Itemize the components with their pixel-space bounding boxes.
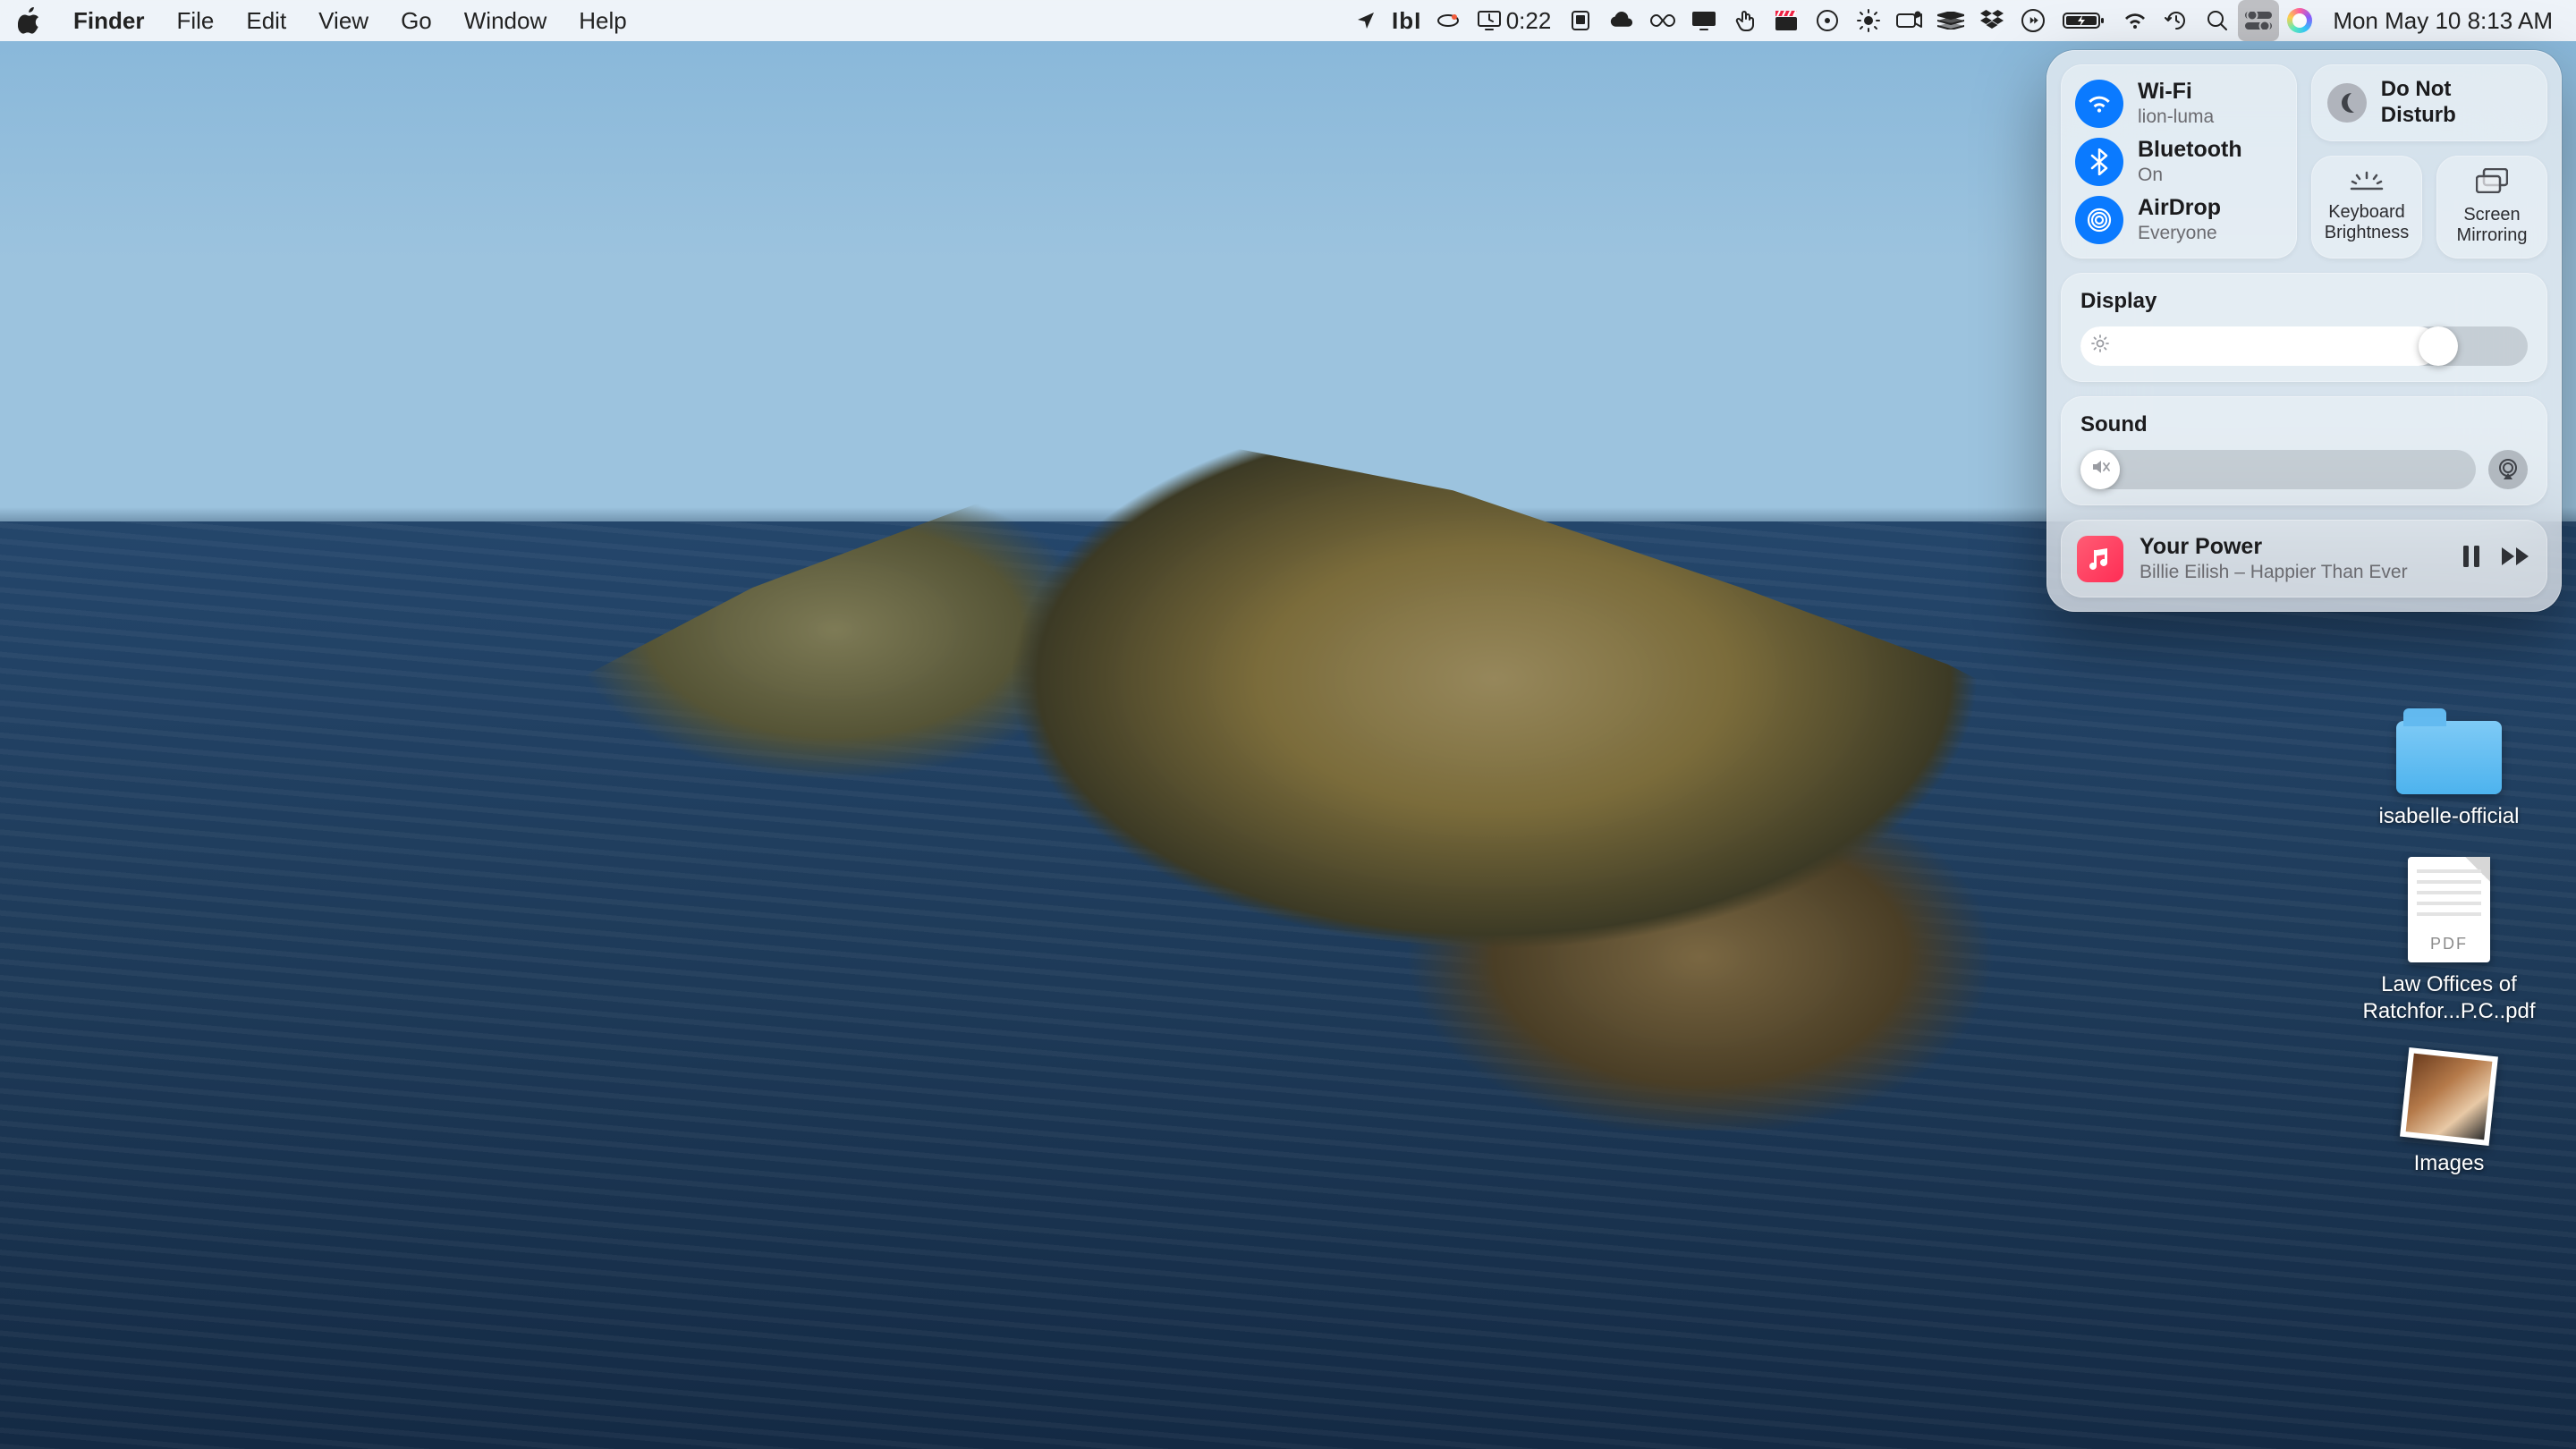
menu-edit[interactable]: Edit [230,7,302,35]
folder-icon [2396,721,2502,794]
target-circle-icon[interactable] [1807,0,1848,41]
keyboard-brightness-icon [2350,171,2384,195]
menu-view[interactable]: View [302,7,385,35]
menu-go[interactable]: Go [385,7,448,35]
siri-icon[interactable] [2279,0,2320,41]
airdrop-subtitle: Everyone [2138,223,2221,244]
display-icon[interactable] [1683,0,1724,41]
next-track-button[interactable] [2501,546,2531,572]
sound-module: Sound [2061,396,2547,505]
sun-small-icon [2091,335,2109,358]
wifi-title: Wi-Fi [2138,79,2214,105]
menu-window[interactable]: Window [448,7,563,35]
photo-icon [2400,1047,2498,1146]
screen-mirroring-button[interactable]: Screen Mirroring [2436,156,2547,258]
airdrop-toggle[interactable]: AirDrop Everyone [2075,195,2283,244]
time-machine-icon[interactable] [2156,0,2197,41]
spotlight-icon[interactable] [2197,0,2238,41]
menu-help[interactable]: Help [563,7,642,35]
screen-mirroring-icon [2476,168,2508,198]
bluetooth-subtitle: On [2138,165,2242,186]
dnd-label: Do Not Disturb [2381,77,2531,129]
clapper-icon[interactable] [1766,0,1807,41]
keyboard-brightness-button[interactable]: Keyboard Brightness [2311,156,2422,258]
keyboard-brightness-label: Keyboard Brightness [2317,202,2417,243]
menubar-right: IbI 0:22 Mon May 10 8:13 AM [1345,0,2562,41]
pdf-file-icon: PDF [2408,857,2490,962]
display-title: Display [2080,289,2528,314]
infinity-icon[interactable] [1642,0,1683,41]
desktop-folder[interactable]: isabelle-official [2379,721,2520,830]
fast-forward-icon[interactable] [2012,0,2054,41]
desktop-pdf[interactable]: PDF Law Offices of Ratchfor...P.C..pdf [2351,857,2547,1025]
desktop-pdf-label: Law Offices of Ratchfor...P.C..pdf [2351,971,2547,1025]
app-menu[interactable]: Finder [57,7,160,35]
control-center-panel: Wi-Fi lion-luma Bluetooth On AirDrop Eve… [2046,50,2562,612]
pause-button[interactable] [2462,545,2481,572]
location-arrow-icon[interactable] [1345,0,1386,41]
control-center-icon[interactable] [2238,0,2279,41]
airplay-audio-button[interactable] [2488,450,2528,489]
sound-slider[interactable] [2080,450,2476,489]
screen-time-icon[interactable]: 0:22 [1469,0,1561,41]
desktop-images-label: Images [2414,1150,2485,1177]
battery-icon[interactable] [2054,0,2114,41]
bluetooth-title: Bluetooth [2138,137,2242,163]
brightness-icon[interactable] [1848,0,1889,41]
bluetooth-toggle[interactable]: Bluetooth On [2075,137,2283,186]
sidecar-icon[interactable] [1560,0,1601,41]
menubar: Finder File Edit View Go Window Help IbI… [0,0,2576,41]
desktop-folder-label: isabelle-official [2379,803,2520,830]
desktop-icons: isabelle-official PDF Law Offices of Rat… [2351,721,2547,1177]
desktop-images[interactable]: Images [2404,1052,2494,1177]
speaker-mute-icon [2091,458,2111,481]
dropbox-icon[interactable] [1971,0,2012,41]
hand-tap-icon[interactable] [1724,0,1766,41]
sound-title: Sound [2080,412,2528,437]
screen-time-value: 0:22 [1506,7,1552,35]
ibi-icon[interactable]: IbI [1386,0,1428,41]
camera-mic-icon[interactable] [1889,0,1930,41]
menu-file[interactable]: File [160,7,230,35]
wifi-subtitle: lion-luma [2138,106,2214,128]
wifi-toggle[interactable]: Wi-Fi lion-luma [2075,79,2283,128]
layers-icon[interactable] [1930,0,1971,41]
now-playing-subtitle: Billie Eilish – Happier Than Ever [2140,562,2445,583]
display-slider[interactable] [2080,326,2528,366]
apple-menu[interactable] [14,7,57,34]
moon-icon [2327,83,2367,123]
airdrop-title: AirDrop [2138,195,2221,221]
screen-mirroring-label: Screen Mirroring [2442,205,2542,246]
pdf-badge: PDF [2408,935,2490,953]
music-app-icon [2077,536,2123,582]
network-module: Wi-Fi lion-luma Bluetooth On AirDrop Eve… [2061,64,2297,258]
menubar-left: Finder File Edit View Go Window Help [14,7,643,35]
dnd-toggle[interactable]: Do Not Disturb [2311,64,2547,141]
cloud-icon[interactable] [1601,0,1642,41]
wifi-menubar-icon[interactable] [2114,0,2156,41]
now-playing-title: Your Power [2140,534,2445,560]
right-column: Do Not Disturb Keyboard Brightness Scree… [2311,64,2547,258]
now-playing-module[interactable]: Your Power Billie Eilish – Happier Than … [2061,520,2547,597]
airdrop-icon [2075,196,2123,244]
menubar-clock[interactable]: Mon May 10 8:13 AM [2320,7,2562,35]
wifi-icon [2075,80,2123,128]
display-module: Display [2061,273,2547,382]
orbit-icon[interactable] [1428,0,1469,41]
bluetooth-icon [2075,138,2123,186]
